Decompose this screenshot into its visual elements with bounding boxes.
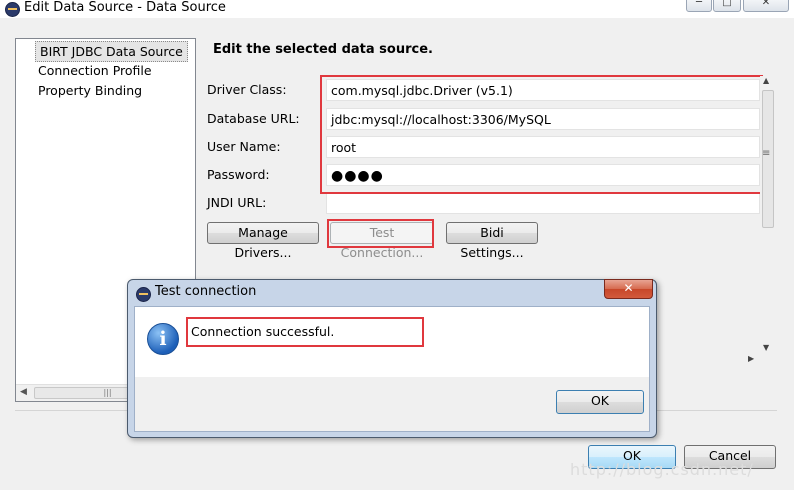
dialog-ok-button[interactable]: OK (556, 390, 644, 414)
jndi-url-label: JNDI URL: (207, 195, 267, 210)
scroll-left-icon[interactable]: ◀ (20, 387, 27, 397)
eclipse-icon (5, 2, 20, 17)
dialog-body: i Connection successful. OK (134, 306, 650, 432)
user-name-label: User Name: (207, 139, 281, 154)
form-vertical-scrollbar[interactable]: ▲ ≡ ▼ (760, 76, 775, 352)
test-connection-dialog: Test connection ✕ i Connection successfu… (127, 279, 657, 438)
bidi-settings-button[interactable]: Bidi Settings... (446, 222, 538, 260)
tree-item-connection-profile[interactable]: Connection Profile (38, 61, 152, 80)
password-label: Password: (207, 167, 270, 182)
manage-drivers-button[interactable]: Manage Drivers... (207, 222, 319, 260)
info-icon: i (147, 323, 179, 355)
dialog-title: Test connection (155, 284, 257, 299)
tree-item-property-binding[interactable]: Property Binding (38, 81, 142, 100)
scroll-up-icon[interactable]: ▲ (763, 76, 769, 85)
test-connection-highlight-box (327, 219, 434, 248)
dialog-message-area: i Connection successful. (135, 307, 649, 377)
scroll-down-icon[interactable]: ▼ (763, 343, 769, 352)
scroll-right-icon[interactable]: ▶ (748, 354, 754, 363)
close-window-button[interactable]: ✕ (743, 0, 789, 12)
dialog-close-button[interactable]: ✕ (604, 279, 653, 299)
jndi-url-field[interactable] (326, 192, 760, 214)
maximize-button[interactable]: □ (713, 0, 741, 12)
database-url-label: Database URL: (207, 111, 300, 126)
window-titlebar: Edit Data Source - Data Source ─ □ ✕ (0, 0, 794, 18)
driver-class-label: Driver Class: (207, 82, 287, 97)
vertical-scroll-thumb[interactable] (762, 90, 774, 228)
tree-item-birt-jdbc-data-source[interactable]: BIRT JDBC Data Source (35, 41, 188, 62)
fields-highlight-box (320, 75, 763, 194)
minimize-button[interactable]: ─ (686, 0, 712, 12)
message-highlight-box (186, 317, 424, 347)
watermark: http://blog.csdn.net/ (570, 460, 754, 479)
window-title: Edit Data Source - Data Source (24, 0, 226, 15)
scroll-grip-icon: ≡ (762, 148, 771, 159)
eclipse-icon (136, 287, 151, 302)
section-title: Edit the selected data source. (213, 42, 433, 57)
